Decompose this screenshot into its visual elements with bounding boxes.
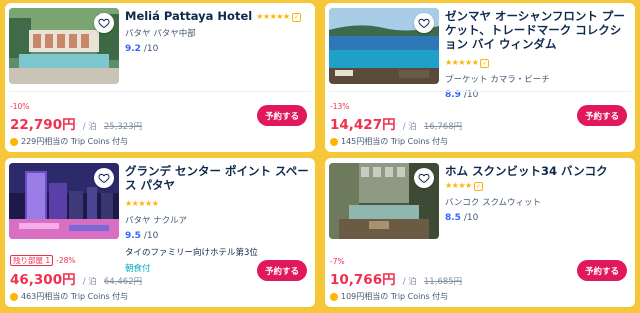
trip-coins-info: 229円 相当の Trip Coins 付与 <box>10 136 240 147</box>
review-score: 9.5 /10 <box>125 231 311 241</box>
coins-amount: 109円 <box>341 292 365 301</box>
coins-amount: 229円 <box>21 137 45 146</box>
favorite-button[interactable] <box>414 168 434 188</box>
coins-amount: 463円 <box>21 292 45 301</box>
review-score-max: /10 <box>143 44 159 54</box>
discount-percent: -10% <box>10 102 30 111</box>
per-night: / 泊 <box>82 122 97 132</box>
price: 10,766円 <box>330 272 396 288</box>
coin-icon <box>10 292 18 301</box>
hotel-photo[interactable] <box>329 8 439 84</box>
book-button[interactable]: 予約する <box>256 260 307 281</box>
star-rating: ★★★★★ ✓ <box>445 58 490 68</box>
price-row: 10,766円 / 泊 11,685円 <box>330 268 560 288</box>
discount-percent: -28% <box>56 256 76 265</box>
book-button[interactable]: 予約する <box>576 260 627 281</box>
per-night: / 泊 <box>402 277 417 287</box>
heart-outline-icon <box>418 18 430 29</box>
trip-coins-info: 109円 相当の Trip Coins 付与 <box>330 291 560 302</box>
stars-icon: ★★★★★ <box>125 199 159 208</box>
coins-text: 相当の Trip Coins 付与 <box>364 292 449 301</box>
review-score-value: 9.5 <box>125 231 141 241</box>
review-score-value: 8.5 <box>445 213 461 223</box>
hotel-card-zenmaya-phuket[interactable]: ゼンマヤ オーシャンフロント プーケット、トレードマーク コレクション バイ ウ… <box>325 3 635 152</box>
divider <box>9 91 311 92</box>
book-button[interactable]: 予約する <box>256 105 307 126</box>
heart-outline-icon <box>98 18 110 29</box>
original-price: 25,323円 <box>103 122 143 132</box>
original-price: 16,768円 <box>423 122 463 132</box>
heart-outline-icon <box>98 173 110 184</box>
price-row: 14,427円 / 泊 16,768円 <box>330 113 560 133</box>
price-row: 46,300円 / 泊 64,462円 <box>10 268 240 288</box>
review-score-max: /10 <box>143 231 159 241</box>
thumbs-up-icon: ✓ <box>291 13 301 22</box>
coin-icon <box>330 137 338 146</box>
favorite-button[interactable] <box>94 13 114 33</box>
hotel-card-grande-centre-point[interactable]: グランデ センター ポイント スペース パタヤ ★★★★★ パタヤ ナクルア 9… <box>5 158 315 307</box>
price: 46,300円 <box>10 272 76 288</box>
hotel-card-hom-sukhumvit[interactable]: ホム スクンビット34 バンコク ★★★★ ✓ バンコク スクムウィット 8.5 … <box>325 158 635 307</box>
star-rating: ★★★★ ✓ <box>445 179 483 193</box>
hotel-photo[interactable] <box>9 8 119 84</box>
per-night: / 泊 <box>82 277 97 287</box>
book-button[interactable]: 予約する <box>576 105 627 126</box>
coin-icon <box>10 137 18 146</box>
hotel-name-text[interactable]: Meliá Pattaya Hotel <box>125 9 252 23</box>
discount-info: -10% <box>10 102 240 111</box>
trip-coins-info: 145円 相当の Trip Coins 付与 <box>330 136 560 147</box>
hotel-name-text[interactable]: ホム スクンビット34 バンコク <box>445 164 608 178</box>
price: 22,790円 <box>10 117 76 133</box>
hotel-name[interactable]: Meliá Pattaya Hotel ★★★★★ ✓ <box>125 9 311 24</box>
review-score-max: /10 <box>463 213 479 223</box>
stars-icon: ★★★★ <box>445 181 472 190</box>
review-score-value: 9.2 <box>125 44 141 54</box>
favorite-button[interactable] <box>94 168 114 188</box>
hotel-location: プーケット カマラ・ビーチ <box>445 75 550 85</box>
price: 14,427円 <box>330 117 396 133</box>
discount-percent: -7% <box>330 257 345 266</box>
hotel-name[interactable]: ゼンマヤ オーシャンフロント プーケット、トレードマーク コレクション バイ ウ… <box>445 9 631 51</box>
coins-text: 相当の Trip Coins 付与 <box>44 137 129 146</box>
stars-icon: ★★★★★ <box>256 12 290 21</box>
hotel-name-text[interactable]: グランデ センター ポイント スペース パタヤ <box>125 164 309 192</box>
hotel-location: パタヤ パタヤ中部 <box>125 29 196 39</box>
coins-text: 相当の Trip Coins 付与 <box>364 137 449 146</box>
discount-info: -7% <box>330 257 560 266</box>
discount-info: 残り部屋 1 -28% <box>10 255 240 266</box>
stars-icon: ★★★★★ <box>445 58 479 67</box>
coins-text: 相当の Trip Coins 付与 <box>44 292 129 301</box>
heart-outline-icon <box>418 173 430 184</box>
hotel-card-melia-pattaya[interactable]: Meliá Pattaya Hotel ★★★★★ ✓ パタヤ パタヤ中部 9.2… <box>5 3 315 152</box>
hotel-name[interactable]: ホム スクンビット34 バンコク ★★★★ ✓ <box>445 164 631 193</box>
thumbs-up-icon: ✓ <box>480 59 490 68</box>
per-night: / 泊 <box>402 122 417 132</box>
discount-percent: -13% <box>330 102 350 111</box>
trip-coins-info: 463円 相当の Trip Coins 付与 <box>10 291 240 302</box>
hotel-photo[interactable] <box>329 163 439 239</box>
thumbs-up-icon: ✓ <box>473 182 483 191</box>
hotel-name[interactable]: グランデ センター ポイント スペース パタヤ <box>125 164 311 192</box>
hotel-location: バンコク スクムウィット <box>445 198 541 208</box>
review-score: 8.5 /10 <box>445 213 631 223</box>
original-price: 64,462円 <box>103 277 143 287</box>
favorite-button[interactable] <box>414 13 434 33</box>
star-rating: ★★★★★ ✓ <box>256 10 301 24</box>
review-score: 9.2 /10 <box>125 44 311 54</box>
hotel-name-text[interactable]: ゼンマヤ オーシャンフロント プーケット、トレードマーク コレクション バイ ウ… <box>445 9 625 51</box>
coins-amount: 145円 <box>341 137 365 146</box>
price-row: 22,790円 / 泊 25,323円 <box>10 113 240 133</box>
hotel-photo[interactable] <box>9 163 119 239</box>
divider <box>329 91 631 92</box>
rooms-left-badge: 残り部屋 1 <box>10 255 54 266</box>
hotel-location: パタヤ ナクルア <box>125 216 187 226</box>
coin-icon <box>330 292 338 301</box>
star-rating: ★★★★★ <box>125 199 159 208</box>
discount-info: -13% <box>330 102 560 111</box>
original-price: 11,685円 <box>423 277 463 287</box>
